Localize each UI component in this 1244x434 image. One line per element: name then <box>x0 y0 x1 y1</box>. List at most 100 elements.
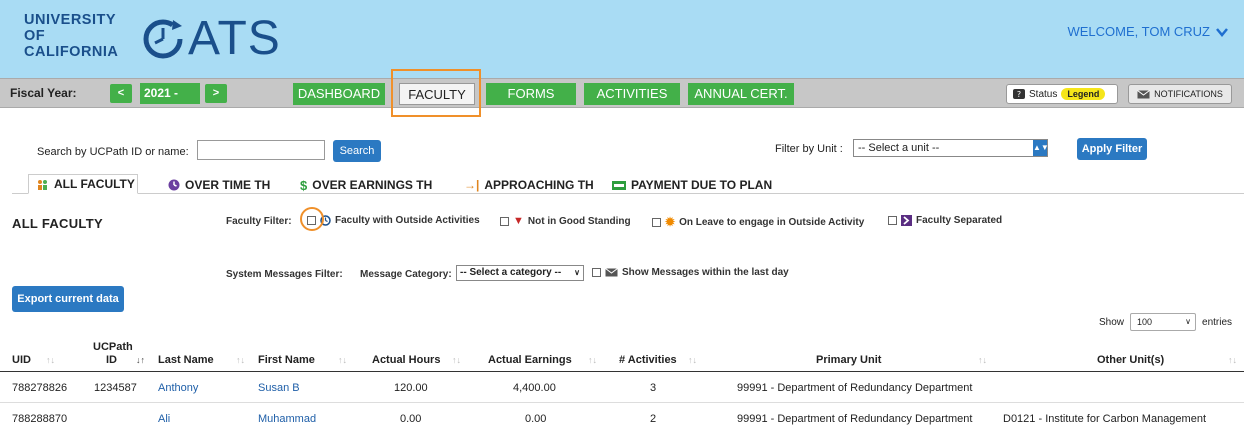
svg-text:?: ? <box>1017 90 1021 99</box>
col-ucpath-id[interactable]: ID <box>106 354 117 366</box>
apply-filter-button[interactable]: Apply Filter <box>1077 138 1147 160</box>
cell-ucpath: 1234587 <box>94 382 137 394</box>
subtab-label: PAYMENT DUE TO PLAN <box>631 178 773 192</box>
subtab-label: APPROACHING TH <box>484 178 594 192</box>
filter-label: Show Messages within the last day <box>622 267 789 278</box>
separated-icon <box>901 215 912 226</box>
clock-icon <box>143 19 183 59</box>
unit-filter-label: Filter by Unit : <box>775 143 843 155</box>
faculty-tab-highlight <box>391 69 481 117</box>
subtab-over-earnings[interactable]: $ OVER EARNINGS TH <box>300 176 432 194</box>
chevron-down-icon: ∨ <box>1185 317 1192 326</box>
entries-value: 100 <box>1137 317 1153 327</box>
search-label: Search by UCPath ID or name: <box>37 146 189 158</box>
col-uid[interactable]: UID <box>12 354 31 366</box>
subtab-all-faculty[interactable]: ALL FACULTY <box>28 174 138 194</box>
entries-select[interactable]: 100 ∨ <box>1130 313 1197 331</box>
tab-annual-cert[interactable]: ANNUAL CERT. <box>688 83 794 105</box>
row-divider <box>0 402 1244 403</box>
table-header-divider <box>0 371 1244 372</box>
checkbox[interactable] <box>652 217 661 227</box>
notifications-button[interactable]: NOTIFICATIONS <box>1128 84 1232 104</box>
sun-icon: ✹ <box>665 215 676 229</box>
system-messages-label: System Messages Filter: <box>226 269 343 280</box>
status-label: Status <box>1029 88 1058 100</box>
cell-first-name[interactable]: Susan B <box>258 382 300 394</box>
cell-last-name[interactable]: Anthony <box>158 382 198 394</box>
envelope-icon <box>1137 89 1150 98</box>
clock-icon <box>168 179 180 191</box>
checkbox[interactable] <box>592 268 601 277</box>
filter-label: Faculty with Outside Activities <box>335 215 480 226</box>
question-icon: ? <box>1013 89 1025 99</box>
filter-not-good-standing[interactable]: ▼ Not in Good Standing <box>500 215 631 227</box>
sort-icon: ↑↓ <box>588 355 597 365</box>
subtab-label: OVER EARNINGS TH <box>312 178 433 192</box>
sort-asc-icon: ↓↑ <box>136 355 145 365</box>
checkbox[interactable] <box>888 216 897 225</box>
cell-uid: 788278826 <box>12 382 68 394</box>
subtab-over-time[interactable]: OVER TIME TH <box>168 176 270 194</box>
filter-recent-messages[interactable]: Show Messages within the last day <box>592 267 789 278</box>
message-category-label: Message Category: <box>360 269 452 280</box>
search-button[interactable]: Search <box>333 140 381 162</box>
cell-last-name[interactable]: Ali <box>158 413 170 425</box>
thumbs-down-icon: ▼ <box>513 215 524 227</box>
show-entries: Show 100 ∨ entries <box>1099 313 1232 331</box>
fiscal-year-label: Fiscal Year: <box>10 86 77 100</box>
col-other-units[interactable]: Other Unit(s) <box>1097 354 1164 366</box>
nav-bar: Fiscal Year: < 2021 - 2022 > DASHBOARD F… <box>0 78 1244 121</box>
tab-activities[interactable]: ACTIVITIES <box>584 83 680 105</box>
money-icon <box>612 180 626 190</box>
notifications-label: NOTIFICATIONS <box>1154 89 1223 99</box>
subtab-label: ALL FACULTY <box>54 177 135 191</box>
category-select[interactable]: -- Select a category -- ∨ <box>456 265 584 281</box>
filter-label: Faculty Separated <box>916 215 1003 226</box>
checkbox[interactable] <box>500 216 509 226</box>
prev-year-button[interactable]: < <box>110 84 132 103</box>
filter-outside-activities[interactable]: Faculty with Outside Activities <box>307 215 480 226</box>
col-last-name[interactable]: Last Name <box>158 354 214 366</box>
col-activities[interactable]: # Activities <box>619 354 677 366</box>
col-actual-earnings[interactable]: Actual Earnings <box>488 354 572 366</box>
faculty-filter-label: Faculty Filter: <box>226 216 292 227</box>
unit-select-value: -- Select a unit -- <box>858 142 940 154</box>
col-first-name[interactable]: First Name <box>258 354 315 366</box>
category-select-value: -- Select a category -- <box>460 267 562 278</box>
status-legend-button[interactable]: ? Status Legend <box>1006 84 1118 104</box>
tab-dashboard[interactable]: DASHBOARD <box>293 83 385 105</box>
sort-icon: ↑↓ <box>688 355 697 365</box>
export-button[interactable]: Export current data <box>12 286 124 312</box>
fiscal-year-value: 2021 - 2022 <box>140 83 200 121</box>
col-actual-hours[interactable]: Actual Hours <box>372 354 440 366</box>
filter-separated[interactable]: Faculty Separated <box>888 215 1002 226</box>
entries-label: entries <box>1202 316 1233 328</box>
cell-earnings: 4,400.00 <box>513 382 556 394</box>
unit-select[interactable]: -- Select a unit -- ▲▼ <box>853 139 1049 157</box>
cell-first-name[interactable]: Muhammad <box>258 413 316 425</box>
chevron-down-icon <box>1216 27 1228 37</box>
filter-on-leave[interactable]: ✹ On Leave to engage in Outside Activity <box>652 215 864 229</box>
sort-icon: ↑↓ <box>338 355 347 365</box>
col-ucpath[interactable]: UCPath <box>93 341 133 353</box>
uc-logo-line: OF <box>24 28 46 44</box>
app-header: UNIVERSITY OF CALIFORNIA ATS WELCOME, TO… <box>0 0 1244 78</box>
cell-hours: 0.00 <box>400 413 422 425</box>
legend-badge: Legend <box>1061 88 1106 100</box>
chevron-down-icon: ∨ <box>574 268 580 277</box>
next-year-button[interactable]: > <box>205 84 227 103</box>
cell-other-units: D0121 - Institute for Carbon Management <box>1003 413 1207 425</box>
tab-forms[interactable]: FORMS <box>486 83 576 105</box>
dollar-icon: $ <box>300 177 308 193</box>
welcome-text: WELCOME, TOM CRUZ <box>1067 24 1210 39</box>
filter-label: On Leave to engage in Outside Activity <box>679 216 865 228</box>
sort-icon: ↑↓ <box>452 355 461 365</box>
subtab-payment-due[interactable]: PAYMENT DUE TO PLAN <box>612 176 772 194</box>
uc-logo-line: UNIVERSITY <box>24 12 117 28</box>
search-input[interactable] <box>197 140 325 160</box>
sort-icon: ↑↓ <box>46 355 55 365</box>
user-menu[interactable]: WELCOME, TOM CRUZ <box>1067 24 1228 39</box>
select-arrows-icon: ▲▼ <box>1033 140 1049 156</box>
subtab-approaching[interactable]: →| APPROACHING TH <box>464 176 594 194</box>
col-primary-unit[interactable]: Primary Unit <box>816 354 881 366</box>
